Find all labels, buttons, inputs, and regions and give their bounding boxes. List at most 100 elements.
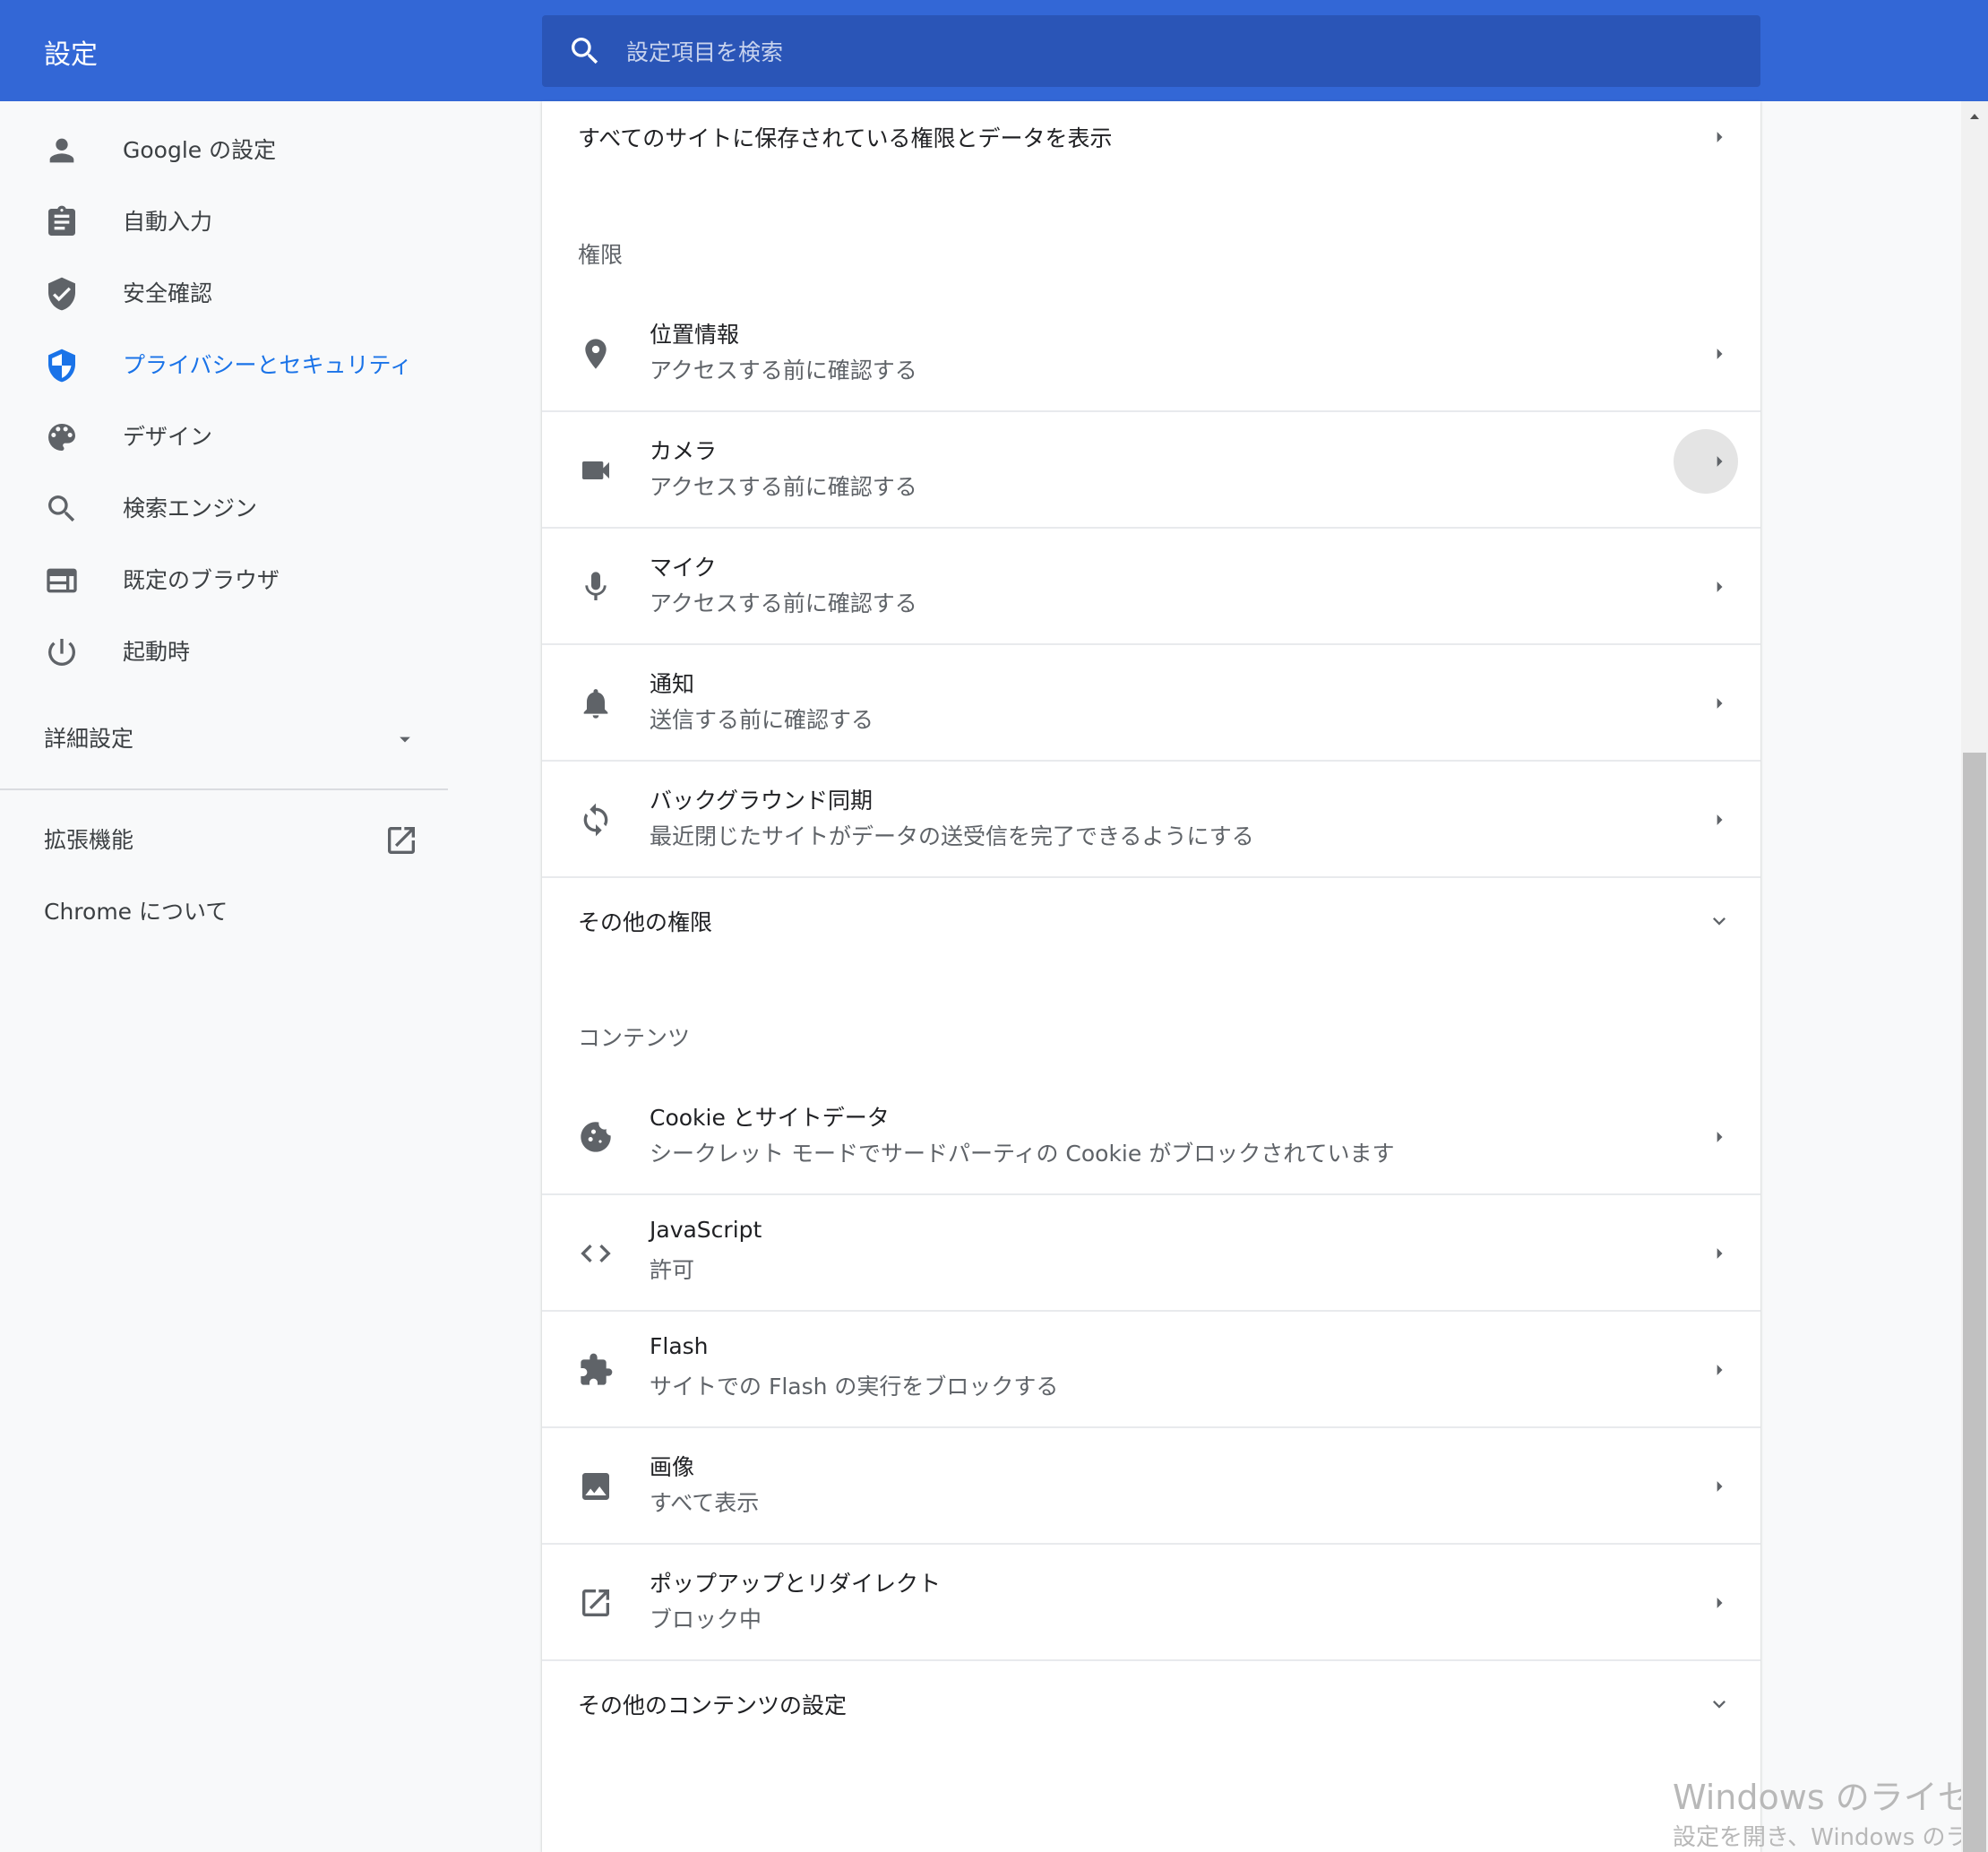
power-icon [47,639,75,666]
search-icon [572,38,598,65]
permission-row-background-sync[interactable]: バックグラウンド同期 最近閉じたサイトがデータの送受信を完了できるようにする [542,760,1760,878]
bell-icon [583,689,608,719]
row-title: 位置情報 [650,322,740,348]
row-subtitle: 最近閉じたサイトがデータの送受信を完了できるようにする [650,823,1254,849]
privacy-site-settings-card: すべてのサイトに保存されている権限とデータを表示 権限 位置情報 アクセスする前… [542,101,1760,1852]
arrow-right-icon [1717,581,1723,592]
arrow-right-icon [1717,1481,1723,1492]
sidebar-item-label: 安全確認 [123,280,213,306]
sidebar-item-label: 起動時 [123,639,191,665]
row-title: マイク [650,555,717,581]
sidebar-item-safety-check[interactable]: 安全確認 [0,258,448,330]
row-title: Cookie とサイトデータ [650,1105,890,1131]
row-subtitle: アクセスする前に確認する [650,474,917,500]
content-row-javascript[interactable]: JavaScript 許可 [542,1193,1760,1312]
row-title: JavaScript [650,1217,762,1243]
permission-row-camera[interactable]: カメラ アクセスする前に確認する [542,410,1760,529]
content-row-flash[interactable]: Flash サイトでの Flash の実行をブロックする [542,1310,1760,1428]
sidebar-item-privacy[interactable]: プライバシーとセキュリティ [0,330,448,401]
caret-down-icon [400,736,410,743]
arrow-right-icon [1717,814,1723,825]
chevron-down-icon [1713,917,1726,926]
clipboard-icon [48,205,75,236]
search-box[interactable] [542,15,1760,89]
more-content-settings-toggle[interactable]: その他のコンテンツの設定 [542,1659,1760,1751]
sync-icon [583,803,608,837]
arrow-right-icon [1717,132,1723,142]
sidebar-item-google[interactable]: Google の設定 [0,115,448,186]
content-row-images[interactable]: 画像 すべて表示 [542,1426,1760,1545]
extensions-label: 拡張機能 [44,827,134,853]
code-icon [581,1245,611,1262]
arrow-right-icon [1717,456,1723,467]
row-title: 通知 [650,671,695,697]
row-subtitle: すべて表示 [650,1490,760,1516]
search-icon [48,495,75,522]
person-icon [49,138,74,163]
arrow-right-icon [1717,349,1723,359]
row-subtitle: 送信する前に確認する [650,707,874,733]
sidebar-item-label: 自動入力 [123,209,213,235]
row-title: バックグラウンド同期 [650,788,874,814]
camera-icon [582,461,609,479]
search-input[interactable] [624,15,1739,89]
row-subtitle: シークレット モードでサードパーティの Cookie がブロックされています [650,1141,1395,1167]
arrow-right-icon [1717,1132,1723,1142]
content-row-popups[interactable]: ポップアップとリダイレクト ブロック中 [542,1543,1760,1661]
row-title: Flash [650,1333,709,1359]
row-title: カメラ [650,438,718,464]
scroll-up-arrow-icon[interactable] [1967,109,1982,124]
mic-icon [585,572,607,600]
chevron-down-icon [1713,1701,1726,1709]
page-title: 設定 [44,39,98,71]
palette-icon [48,424,75,451]
row-title: 画像 [650,1454,695,1480]
sidebar-item-label: プライバシーとセキュリティ [123,352,413,378]
extensions-link[interactable]: 拡張機能 [0,805,448,876]
sidebar-item-label: 検索エンジン [123,495,258,521]
sidebar-item-search-engine[interactable]: 検索エンジン [0,473,448,545]
about-chrome-label: Chrome について [44,899,228,925]
content-row-cookies[interactable]: Cookie とサイトデータ シークレット モードでサードパーティの Cooki… [542,1079,1760,1195]
arrow-right-icon [1717,1248,1723,1259]
more-permissions-toggle[interactable]: その他の権限 [542,876,1760,968]
sidebar-item-appearance[interactable]: デザイン [0,401,448,473]
row-title: ポップアップとリダイレクト [650,1571,942,1597]
image-icon [582,1473,609,1500]
permission-row-microphone[interactable]: マイク アクセスする前に確認する [542,527,1760,645]
open-in-new-icon [388,827,415,854]
cookie-icon [581,1122,611,1152]
sidebar-item-label: Google の設定 [123,137,277,163]
sidebar-item-on-startup[interactable]: 起動時 [0,616,448,688]
row-subtitle: アクセスする前に確認する [650,590,917,616]
arrow-right-icon [1717,698,1723,709]
more-content-settings-label: その他のコンテンツの設定 [578,1693,848,1718]
advanced-settings-toggle[interactable]: 詳細設定 [0,703,448,775]
all-sites-label: すべてのサイトに保存されている権限とデータを表示 [578,125,1113,151]
scrollbar-thumb[interactable] [1963,753,1986,1852]
sidebar-divider [0,788,448,790]
permission-row-notifications[interactable]: 通知 送信する前に確認する [542,643,1760,762]
all-sites-row[interactable]: すべてのサイトに保存されている権限とデータを表示 [542,101,1760,173]
more-permissions-label: その他の権限 [578,909,713,935]
about-chrome-link[interactable]: Chrome について [0,876,448,948]
row-subtitle: ブロック中 [650,1607,762,1632]
permission-row-location[interactable]: 位置情報 アクセスする前に確認する [542,296,1760,412]
row-subtitle: アクセスする前に確認する [650,357,917,383]
permissions-heading: 権限 [578,242,624,268]
row-subtitle: 許可 [650,1257,695,1283]
location-pin-icon [585,339,607,369]
open-in-new-icon [582,1589,609,1616]
sidebar-item-label: 既定のブラウザ [123,567,280,593]
row-subtitle: サイトでの Flash の実行をブロックする [650,1374,1059,1400]
shield-half-icon [48,349,75,383]
sidebar-item-autofill[interactable]: 自動入力 [0,186,448,258]
sidebar-item-label: デザイン [123,424,213,450]
browser-icon [47,568,77,593]
advanced-settings-label: 詳細設定 [44,726,134,752]
shield-check-icon [48,277,75,311]
app-header: 設定 [0,0,1988,101]
puzzle-icon [581,1353,613,1385]
sidebar-item-default-browser[interactable]: 既定のブラウザ [0,545,448,616]
content-heading: コンテンツ [578,1025,691,1051]
